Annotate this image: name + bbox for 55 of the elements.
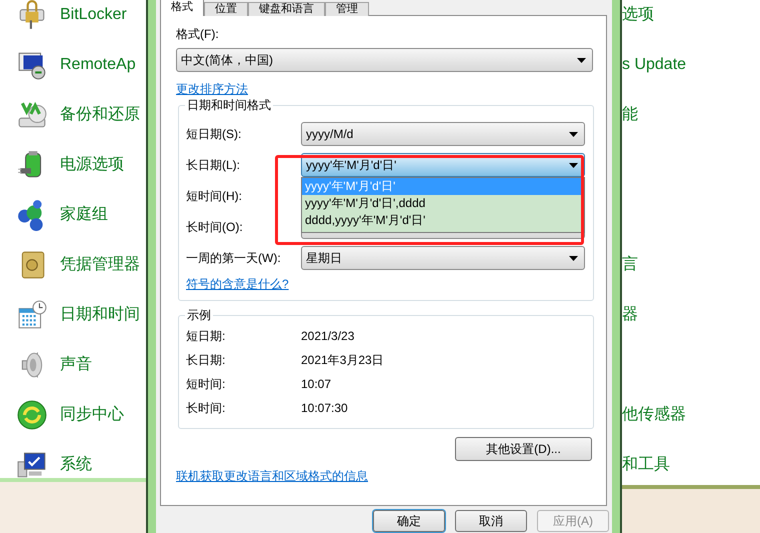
- control-panel-link[interactable]: 电源选项: [60, 153, 124, 177]
- example-label: 长时间:: [186, 400, 226, 416]
- control-panel-link[interactable]: 同步中心: [60, 403, 124, 427]
- online-info-link[interactable]: 联机获取更改语言和区域格式的信息: [176, 468, 368, 484]
- field-label: 格式(F):: [176, 26, 220, 42]
- dropdown[interactable]: 星期日: [301, 246, 585, 270]
- dialog-button: 应用(A): [537, 510, 609, 532]
- dialog-tab[interactable]: 格式: [160, 0, 204, 16]
- dropdown-arrow-icon: [577, 58, 586, 63]
- control-panel-link[interactable]: 家庭组: [60, 203, 108, 227]
- example-label: 短日期:: [186, 328, 226, 344]
- dropdown-arrow-icon: [569, 256, 578, 261]
- control-panel-link[interactable]: 他传感器: [622, 405, 686, 425]
- dialog-button[interactable]: 取消: [455, 510, 527, 532]
- control-panel-link[interactable]: RemoteAp: [60, 53, 136, 77]
- example-value: 2021/3/23: [301, 328, 354, 344]
- dialog-tab[interactable]: 键盘和语言: [248, 2, 325, 16]
- field-label: 短时间(H):: [186, 188, 243, 205]
- control-panel-link[interactable]: 和工具: [622, 455, 670, 475]
- control-panel-link[interactable]: 能: [622, 105, 638, 125]
- dialog-tab[interactable]: 管理: [325, 2, 369, 16]
- control-panel-link[interactable]: 声音: [60, 353, 92, 377]
- control-panel-link[interactable]: BitLocker: [60, 3, 127, 27]
- dropdown[interactable]: yyyy/M/d: [301, 122, 585, 146]
- dropdown-arrow-icon: [569, 132, 578, 137]
- field-label: 长日期(L):: [186, 157, 241, 174]
- control-panel-link[interactable]: 备份和还原: [60, 103, 140, 127]
- control-panel-link[interactable]: 日期和时间: [60, 303, 140, 327]
- other-settings-button[interactable]: 其他设置(D)...: [455, 437, 592, 461]
- control-panel-link[interactable]: 器: [622, 305, 638, 325]
- example-label: 短时间:: [186, 376, 226, 392]
- example-label: 长日期:: [186, 352, 226, 368]
- example-value: 10:07: [301, 376, 332, 392]
- dialog-tab[interactable]: 位置: [204, 2, 248, 16]
- control-panel-link[interactable]: 选项: [622, 5, 654, 25]
- group-title: 示例: [185, 307, 213, 323]
- field-label: 长时间(O):: [186, 219, 244, 236]
- control-panel-icon[interactable]: [16, 399, 48, 431]
- symbols-help-link[interactable]: 符号的含意是什么?: [186, 276, 289, 292]
- field-label: 一周的第一天(W):: [186, 250, 282, 267]
- dropdown[interactable]: 中文(简体，中国): [176, 48, 593, 72]
- dialog-button[interactable]: 确定: [373, 510, 445, 532]
- control-panel-link[interactable]: 系统: [60, 453, 92, 477]
- dropdown-arrow-icon: [569, 163, 578, 168]
- control-panel-link[interactable]: 言: [622, 255, 638, 275]
- control-panel-link[interactable]: 凭据管理器: [60, 253, 140, 277]
- dropdown-option[interactable]: dddd,yyyy'年'M'月'd'日': [302, 212, 584, 229]
- field-label: 短日期(S):: [186, 126, 242, 143]
- sort-method-link[interactable]: 更改排序方法: [176, 81, 248, 97]
- example-value: 10:07:30: [301, 400, 348, 416]
- group-title: 日期和时间格式: [185, 97, 273, 113]
- dropdown-option[interactable]: yyyy'年'M'月'd'日': [302, 178, 584, 195]
- control-panel-link[interactable]: s Update: [622, 55, 686, 75]
- example-value: 2021年3月23日: [301, 352, 384, 368]
- dropdown-option[interactable]: yyyy'年'M'月'd'日',dddd: [302, 195, 584, 212]
